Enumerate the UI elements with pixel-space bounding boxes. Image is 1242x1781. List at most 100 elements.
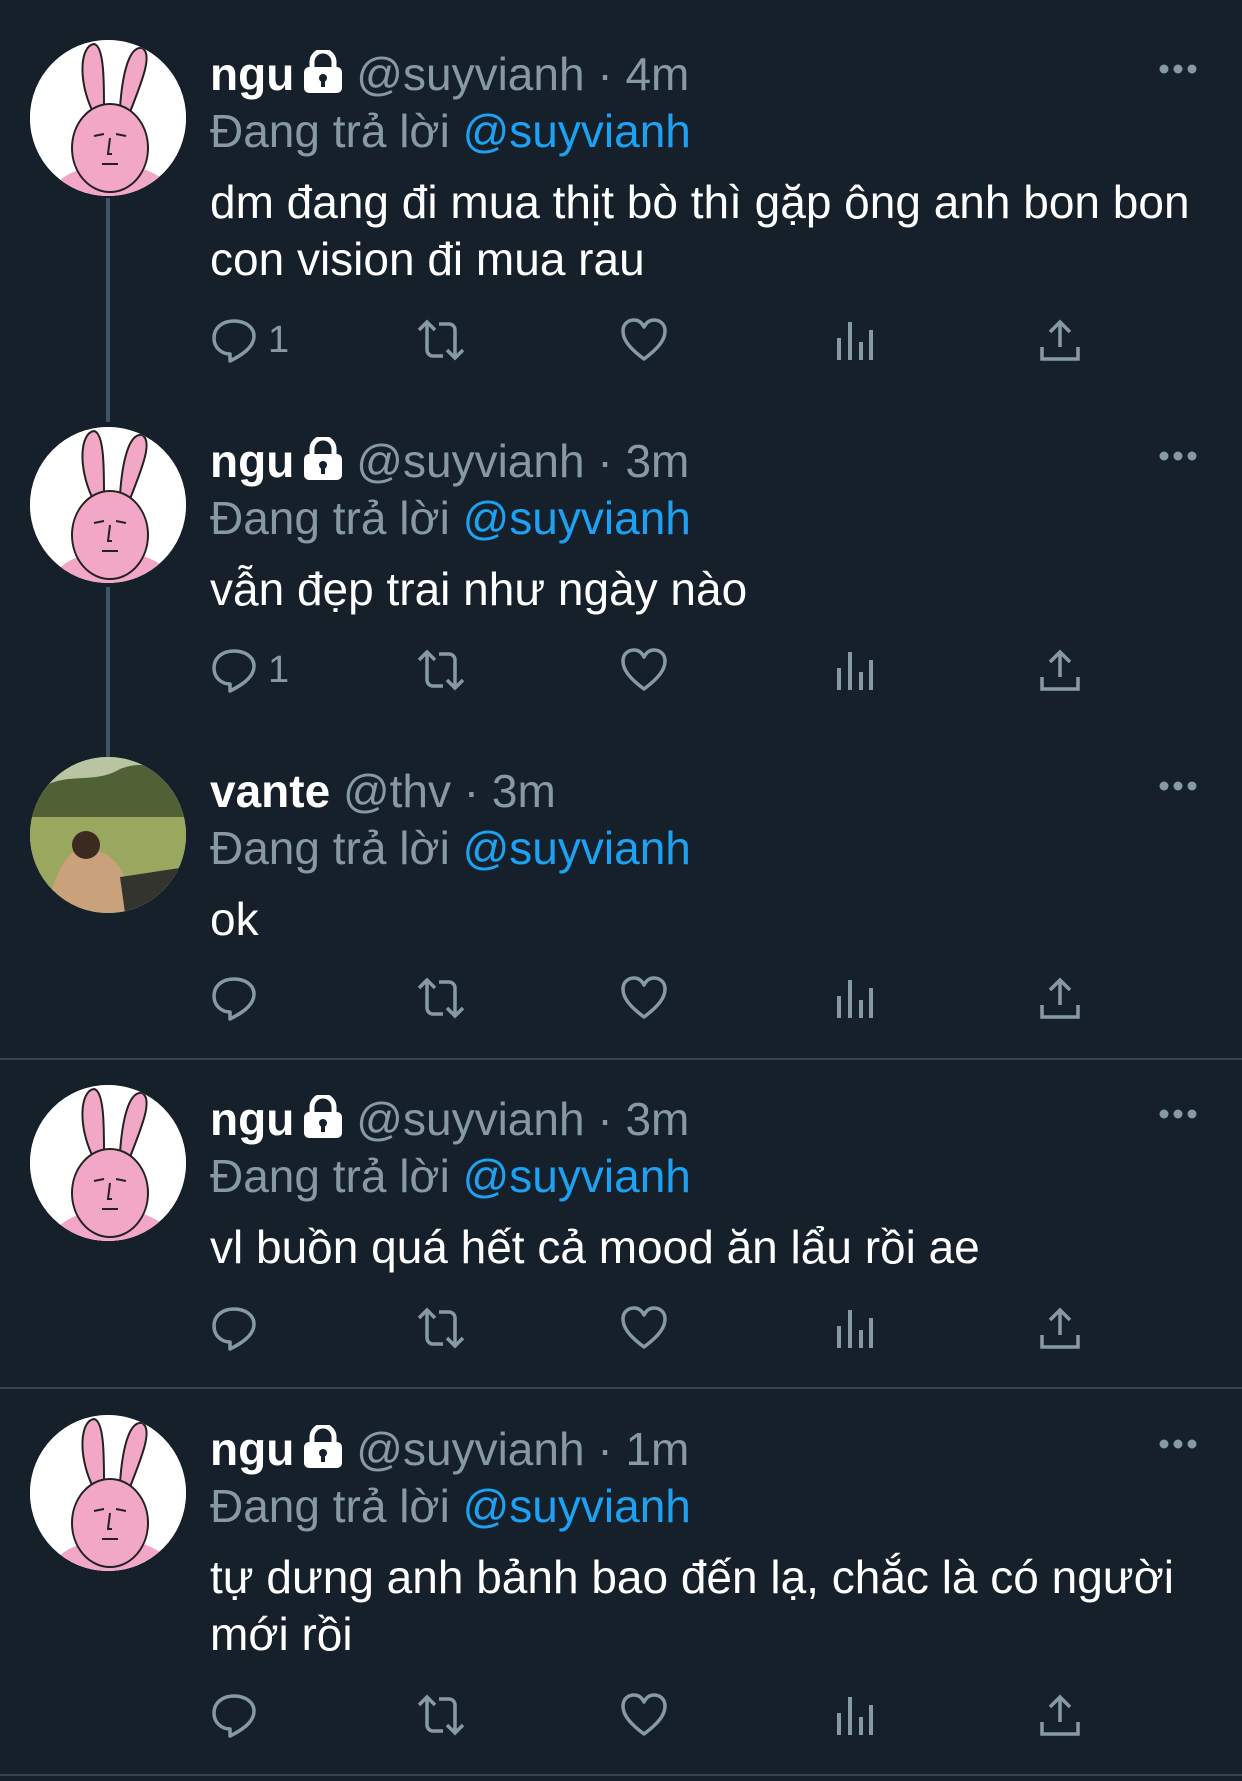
reply-handle-link[interactable]: @suyvianh: [463, 1150, 691, 1202]
tweet-divider: [0, 1387, 1242, 1389]
reply-handle-link[interactable]: @suyvianh: [463, 492, 691, 544]
more-icon[interactable]: [1158, 449, 1198, 467]
tweet-divider: [0, 1058, 1242, 1060]
display-name[interactable]: ngu: [210, 1423, 294, 1475]
replying-to: Đang trả lời @suyvianh: [210, 102, 691, 160]
retweet-button[interactable]: [415, 310, 467, 370]
timestamp[interactable]: 3m: [492, 765, 556, 817]
timestamp[interactable]: 1m: [625, 1423, 689, 1475]
reply-button[interactable]: [210, 1685, 268, 1745]
share-button[interactable]: [1038, 1298, 1082, 1358]
tweet-text: dm đang đi mua thịt bò thì gặp ông anh b…: [210, 176, 1190, 285]
display-name[interactable]: ngu: [210, 435, 294, 487]
reply-handle-link[interactable]: @suyvianh: [463, 822, 691, 874]
reply-button[interactable]: 1: [210, 640, 289, 700]
share-icon: [1040, 977, 1080, 1019]
separator: ·: [597, 1093, 613, 1145]
tweet-actions: 1: [210, 640, 1110, 700]
tweet-text: vl buồn quá hết cả mood ăn lẩu rồi ae: [210, 1221, 980, 1273]
heart-icon: [621, 1693, 667, 1736]
timestamp[interactable]: 3m: [625, 1093, 689, 1145]
lock-icon: [300, 1423, 346, 1483]
replying-to: Đang trả lời @suyvianh: [210, 819, 691, 877]
display-name[interactable]: vante: [210, 765, 330, 817]
user-handle[interactable]: @suyvianh: [356, 48, 584, 100]
replying-to: Đang trả lời @suyvianh: [210, 489, 691, 547]
analytics-icon: [837, 980, 873, 1018]
share-button[interactable]: [1038, 640, 1082, 700]
reply-prefix: Đang trả lời: [210, 1150, 450, 1202]
share-icon: [1040, 319, 1080, 361]
user-handle[interactable]: @thv: [343, 765, 451, 817]
timestamp[interactable]: 4m: [625, 48, 689, 100]
tweet-actions: [210, 968, 1110, 1028]
user-handle[interactable]: @suyvianh: [356, 435, 584, 487]
analytics-button[interactable]: [835, 640, 875, 700]
separator: ·: [463, 765, 480, 817]
lock-icon: [300, 435, 346, 495]
reply-button[interactable]: 1: [210, 310, 289, 370]
analytics-icon: [837, 652, 873, 690]
user-handle[interactable]: @suyvianh: [356, 1423, 584, 1475]
retweet-icon: [417, 1694, 465, 1736]
reply-handle-link[interactable]: @suyvianh: [463, 105, 691, 157]
retweet-icon: [417, 649, 465, 691]
tweet-feed: ngu @suyvianh · 4m Đang trả lời @suyvianh…: [0, 0, 1242, 1781]
user-handle[interactable]: @suyvianh: [356, 1093, 584, 1145]
replying-to: Đang trả lời @suyvianh: [210, 1477, 691, 1535]
reply-count: 1: [268, 649, 290, 691]
more-icon[interactable]: [1158, 1437, 1198, 1455]
share-button[interactable]: [1038, 310, 1082, 370]
analytics-icon: [837, 1697, 873, 1735]
avatar-bunny[interactable]: [30, 40, 186, 196]
retweet-button[interactable]: [415, 640, 467, 700]
separator: ·: [597, 435, 613, 487]
retweet-button[interactable]: [415, 1298, 467, 1358]
reply-icon: [212, 1307, 256, 1351]
tweet-header: ngu @suyvianh · 3m: [210, 1089, 689, 1149]
avatar-bunny[interactable]: [30, 1085, 186, 1241]
like-button[interactable]: [620, 310, 668, 370]
share-icon: [1040, 649, 1080, 691]
avatar-photo[interactable]: [30, 757, 186, 913]
display-name[interactable]: ngu: [210, 48, 294, 100]
lock-icon: [300, 48, 346, 108]
share-button[interactable]: [1038, 1685, 1082, 1745]
thread-line: [106, 587, 110, 757]
more-icon[interactable]: [1158, 62, 1198, 80]
share-icon: [1040, 1307, 1080, 1349]
tweet-text: ok: [210, 893, 259, 945]
lock-icon: [300, 1093, 346, 1153]
like-button[interactable]: [620, 640, 668, 700]
tweet-divider: [0, 1774, 1242, 1776]
avatar-bunny[interactable]: [30, 427, 186, 583]
like-button[interactable]: [620, 968, 668, 1028]
reply-icon: [212, 649, 256, 693]
avatar-bunny[interactable]: [30, 1415, 186, 1571]
reply-handle-link[interactable]: @suyvianh: [463, 1480, 691, 1532]
more-icon[interactable]: [1158, 1107, 1198, 1125]
retweet-button[interactable]: [415, 968, 467, 1028]
reply-prefix: Đang trả lời: [210, 492, 450, 544]
analytics-button[interactable]: [835, 1685, 875, 1745]
retweet-button[interactable]: [415, 1685, 467, 1745]
like-button[interactable]: [620, 1685, 668, 1745]
reply-prefix: Đang trả lời: [210, 105, 450, 157]
share-button[interactable]: [1038, 968, 1082, 1028]
reply-button[interactable]: [210, 968, 268, 1028]
replying-to: Đang trả lời @suyvianh: [210, 1147, 691, 1205]
reply-count: 1: [268, 319, 290, 361]
more-icon[interactable]: [1158, 779, 1198, 797]
display-name[interactable]: ngu: [210, 1093, 294, 1145]
analytics-button[interactable]: [835, 310, 875, 370]
reply-icon: [212, 977, 256, 1021]
timestamp[interactable]: 3m: [625, 435, 689, 487]
heart-icon: [621, 1306, 667, 1349]
analytics-button[interactable]: [835, 968, 875, 1028]
tweet-header: ngu @suyvianh · 3m: [210, 431, 689, 491]
heart-icon: [621, 318, 667, 361]
reply-prefix: Đang trả lời: [210, 1480, 450, 1532]
reply-button[interactable]: [210, 1298, 268, 1358]
analytics-button[interactable]: [835, 1298, 875, 1358]
like-button[interactable]: [620, 1298, 668, 1358]
